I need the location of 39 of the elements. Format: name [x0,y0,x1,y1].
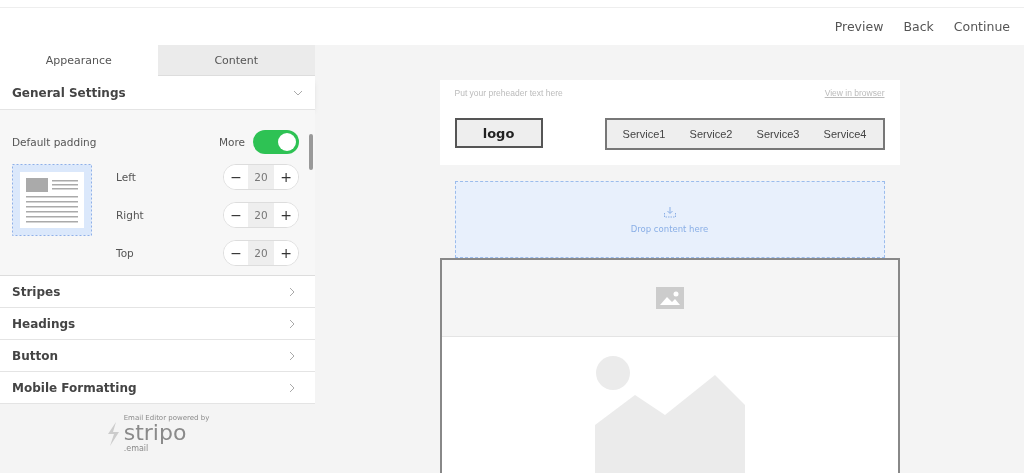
accordion-header[interactable]: Button [0,340,315,372]
toggle-label: More [218,136,245,148]
accordion-header[interactable]: Mobile Formatting [0,372,315,404]
brand-suffix: .email [123,444,149,453]
scrollbar[interactable] [309,134,313,170]
menu-item[interactable]: Service1 [622,128,666,140]
field-label: Right [116,209,144,221]
preheader-text: Put your preheader text here [454,88,563,98]
number-input[interactable]: 20 [248,203,274,227]
accordion-header[interactable]: Headings [0,308,315,340]
menu-item[interactable]: Service2 [689,128,733,140]
number-stepper[interactable]: − 20 + [223,240,299,266]
chevron-icon [287,318,297,329]
menu-item[interactable]: Service3 [756,128,800,140]
tab[interactable]: Content [157,45,315,76]
brand-name: stripo [123,422,187,444]
menu-item[interactable]: Service4 [823,128,867,140]
chevron-icon [287,382,297,393]
accordion-header[interactable]: Stripes [0,276,315,308]
toolbar-link[interactable]: Back [895,15,942,38]
image-icon [655,287,684,309]
toolbar-link[interactable]: Continue [945,15,1018,38]
number-input[interactable]: 20 [248,165,274,189]
field-label: Left [116,171,136,183]
chevron-icon [287,286,297,297]
drop-hint: Drop content here [630,223,709,234]
field-label: Top [116,247,134,259]
tab[interactable]: Appearance [0,45,158,76]
number-stepper[interactable]: − 20 + [223,164,299,190]
toolbar-link[interactable]: Preview [826,15,892,38]
number-stepper[interactable]: − 20 + [223,202,299,228]
accordion-header[interactable]: General Settings [0,76,315,110]
logo: logo [454,118,543,148]
download-icon [662,205,677,218]
toggle-switch[interactable] [253,130,299,154]
number-input[interactable]: 20 [248,241,274,265]
field-label: Default padding [12,136,97,148]
layout-preview-icon [12,164,92,236]
chevron-icon [287,350,297,361]
